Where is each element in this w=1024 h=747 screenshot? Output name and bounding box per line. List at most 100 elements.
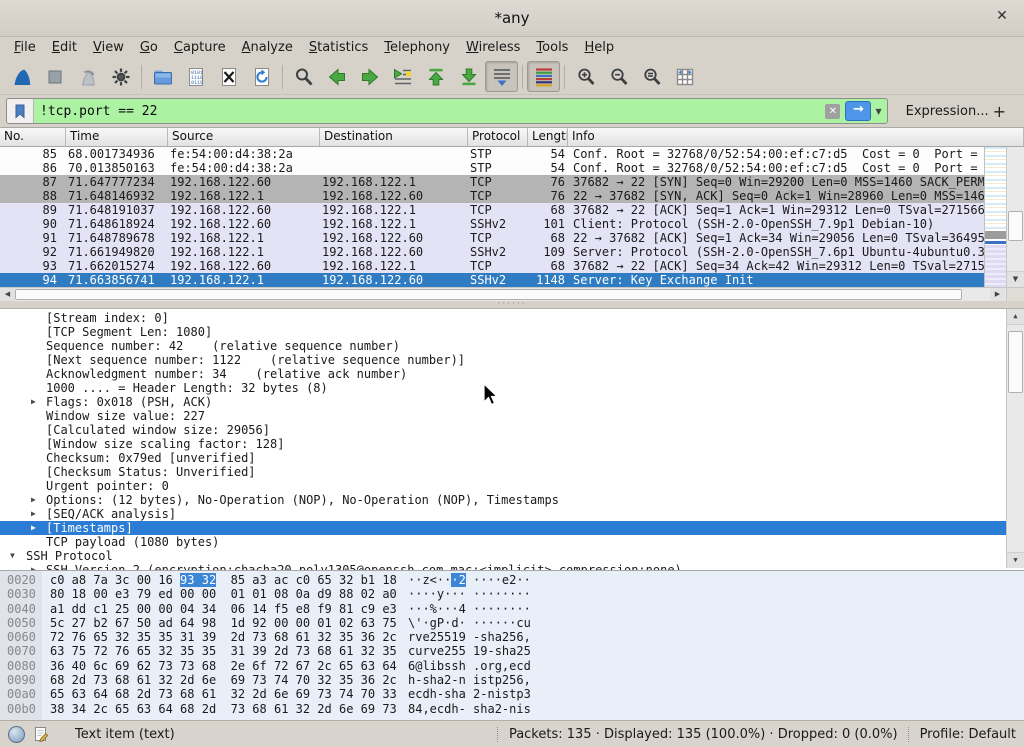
zoom-out-button[interactable] bbox=[602, 61, 635, 92]
packet-list-scrollbar[interactable]: ▲ ▼ bbox=[1006, 147, 1024, 287]
menu-analyze[interactable]: Analyze bbox=[234, 39, 301, 57]
menu-view[interactable]: View bbox=[85, 39, 132, 57]
collapsed-arrow-icon[interactable]: ▶ bbox=[31, 521, 36, 535]
display-filter-input[interactable] bbox=[34, 100, 825, 122]
detail-row[interactable]: [Window size scaling factor: 128] bbox=[0, 437, 1007, 451]
hex-row[interactable]: 00b038 34 2c 65 63 64 68 2d 73 68 61 32 … bbox=[0, 702, 1024, 716]
column-header-info[interactable]: Info bbox=[568, 128, 1024, 146]
capture-comment-icon[interactable] bbox=[33, 726, 49, 742]
hex-row[interactable]: 008036 40 6c 69 62 73 73 68 2e 6f 72 67 … bbox=[0, 659, 1024, 673]
scrollbar-thumb[interactable] bbox=[1008, 331, 1023, 393]
filter-bookmark-button[interactable] bbox=[7, 99, 34, 123]
column-header-destination[interactable]: Destination bbox=[320, 128, 468, 146]
auto-scroll-button[interactable] bbox=[485, 61, 518, 92]
scroll-down-icon[interactable]: ▼ bbox=[1007, 552, 1024, 568]
menu-telephony[interactable]: Telephony bbox=[376, 39, 458, 57]
collapsed-arrow-icon[interactable]: ▶ bbox=[31, 563, 36, 570]
expression-button[interactable]: Expression... bbox=[906, 104, 989, 119]
scroll-up-icon[interactable]: ▲ bbox=[1007, 309, 1024, 325]
resize-columns-button[interactable] bbox=[668, 61, 701, 92]
detail-row[interactable]: TCP payload (1080 bytes) bbox=[0, 535, 1007, 549]
detail-row[interactable]: Acknowledgment number: 34 (relative ack … bbox=[0, 367, 1007, 381]
detail-row[interactable]: ▶Flags: 0x018 (PSH, ACK) bbox=[0, 395, 1007, 409]
column-header-length[interactable]: Length bbox=[528, 128, 568, 146]
detail-row[interactable]: [Calculated window size: 29056] bbox=[0, 423, 1007, 437]
scroll-down-icon[interactable]: ▼ bbox=[1007, 271, 1024, 287]
detail-row[interactable]: [Checksum Status: Unverified] bbox=[0, 465, 1007, 479]
add-filter-button[interactable]: + bbox=[989, 102, 1010, 121]
hex-row[interactable]: 0020c0 a8 7a 3c 00 16 93 32 85 a3 ac c0 … bbox=[0, 573, 1024, 587]
detail-row[interactable]: [Next sequence number: 1122 (relative se… bbox=[0, 353, 1007, 367]
menu-capture[interactable]: Capture bbox=[166, 39, 234, 57]
start-capture-button[interactable] bbox=[5, 61, 38, 92]
packet-row[interactable]: 8568.001734936fe:54:00:d4:38:2aSTP54Conf… bbox=[0, 147, 1024, 161]
go-to-packet-button[interactable] bbox=[386, 61, 419, 92]
detail-row[interactable]: 1000 .... = Header Length: 32 bytes (8) bbox=[0, 381, 1007, 395]
colorize-button[interactable] bbox=[527, 61, 560, 92]
detail-row[interactable]: [Stream index: 0] bbox=[0, 311, 1007, 325]
scroll-right-icon[interactable]: ▶ bbox=[990, 288, 1005, 301]
hex-row[interactable]: 003080 18 00 e3 79 ed 00 00 01 01 08 0a … bbox=[0, 587, 1024, 601]
column-header-source[interactable]: Source bbox=[168, 128, 320, 146]
restart-capture-button[interactable] bbox=[71, 61, 104, 92]
go-back-button[interactable] bbox=[320, 61, 353, 92]
filter-dropdown-caret-icon[interactable]: ▼ bbox=[875, 107, 881, 116]
expanded-arrow-icon[interactable]: ▼ bbox=[10, 549, 15, 563]
menu-tools[interactable]: Tools bbox=[528, 39, 576, 57]
close-window-button[interactable]: ✕ bbox=[992, 8, 1012, 24]
open-file-button[interactable] bbox=[146, 61, 179, 92]
collapsed-arrow-icon[interactable]: ▶ bbox=[31, 493, 36, 507]
hex-row[interactable]: 00505c 27 b2 67 50 ad 64 98 1d 92 00 00 … bbox=[0, 616, 1024, 630]
column-header-time[interactable]: Time bbox=[66, 128, 168, 146]
menu-go[interactable]: Go bbox=[132, 39, 166, 57]
detail-row[interactable]: Window size value: 227 bbox=[0, 409, 1007, 423]
detail-row[interactable]: ▶Options: (12 bytes), No-Operation (NOP)… bbox=[0, 493, 1007, 507]
hscrollbar-thumb[interactable] bbox=[15, 289, 962, 300]
detail-row[interactable]: ▶SSH Version 2 (encryption:chacha20-poly… bbox=[0, 563, 1007, 570]
zoom-in-button[interactable] bbox=[569, 61, 602, 92]
filter-apply-button[interactable]: → bbox=[845, 101, 871, 121]
packet-row[interactable]: 8871.648146932192.168.122.1192.168.122.6… bbox=[0, 189, 1024, 203]
details-scrollbar[interactable]: ▲ ▼ bbox=[1006, 309, 1024, 568]
hex-row[interactable]: 007063 75 72 76 65 32 35 35 31 39 2d 73 … bbox=[0, 644, 1024, 658]
hex-row[interactable]: 00a065 63 64 68 2d 73 68 61 32 2d 6e 69 … bbox=[0, 687, 1024, 701]
save-file-button[interactable]: 010111100110 bbox=[179, 61, 212, 92]
menu-wireless[interactable]: Wireless bbox=[458, 39, 528, 57]
menu-statistics[interactable]: Statistics bbox=[301, 39, 376, 57]
column-header-no[interactable]: No. bbox=[0, 128, 66, 146]
zoom-normal-button[interactable] bbox=[635, 61, 668, 92]
detail-row[interactable]: [TCP Segment Len: 1080] bbox=[0, 325, 1007, 339]
detail-row[interactable]: Sequence number: 42 (relative sequence n… bbox=[0, 339, 1007, 353]
hex-row[interactable]: 0040a1 dd c1 25 00 00 04 34 06 14 f5 e8 … bbox=[0, 602, 1024, 616]
profile-text[interactable]: Profile: Default bbox=[920, 727, 1016, 742]
pane-splitter[interactable]: ······ bbox=[0, 301, 1024, 309]
detail-row[interactable]: ▶[Timestamps] bbox=[0, 521, 1007, 535]
scrollbar-thumb[interactable] bbox=[1008, 211, 1023, 241]
collapsed-arrow-icon[interactable]: ▶ bbox=[31, 507, 36, 521]
menu-edit[interactable]: Edit bbox=[44, 39, 85, 57]
packet-row[interactable]: 8971.648191037192.168.122.60192.168.122.… bbox=[0, 203, 1024, 217]
filter-clear-button[interactable]: ✕ bbox=[825, 104, 840, 119]
detail-row[interactable]: ▼SSH Protocol bbox=[0, 549, 1007, 563]
expert-info-icon[interactable] bbox=[8, 726, 25, 743]
scroll-left-icon[interactable]: ◀ bbox=[0, 288, 15, 301]
packet-row[interactable]: 9271.661949820192.168.122.1192.168.122.6… bbox=[0, 245, 1024, 259]
stop-capture-button[interactable] bbox=[38, 61, 71, 92]
menu-file[interactable]: File bbox=[6, 39, 44, 57]
column-header-protocol[interactable]: Protocol bbox=[468, 128, 528, 146]
packet-row[interactable]: 9471.663856741192.168.122.1192.168.122.6… bbox=[0, 273, 1024, 287]
hex-row[interactable]: 006072 76 65 32 35 35 31 39 2d 73 68 61 … bbox=[0, 630, 1024, 644]
collapsed-arrow-icon[interactable]: ▶ bbox=[31, 395, 36, 409]
close-file-button[interactable] bbox=[212, 61, 245, 92]
hex-row[interactable]: 009068 2d 73 68 61 32 2d 6e 69 73 74 70 … bbox=[0, 673, 1024, 687]
find-packet-button[interactable] bbox=[287, 61, 320, 92]
detail-row[interactable]: Checksum: 0x79ed [unverified] bbox=[0, 451, 1007, 465]
go-last-button[interactable] bbox=[452, 61, 485, 92]
go-forward-button[interactable] bbox=[353, 61, 386, 92]
packet-row[interactable]: 9171.648789678192.168.122.1192.168.122.6… bbox=[0, 231, 1024, 245]
detail-row[interactable]: ▶[SEQ/ACK analysis] bbox=[0, 507, 1007, 521]
packet-row[interactable]: 9071.648618924192.168.122.60192.168.122.… bbox=[0, 217, 1024, 231]
packet-row[interactable]: 8670.013850163fe:54:00:d4:38:2aSTP54Conf… bbox=[0, 161, 1024, 175]
detail-row[interactable]: Urgent pointer: 0 bbox=[0, 479, 1007, 493]
reload-file-button[interactable] bbox=[245, 61, 278, 92]
